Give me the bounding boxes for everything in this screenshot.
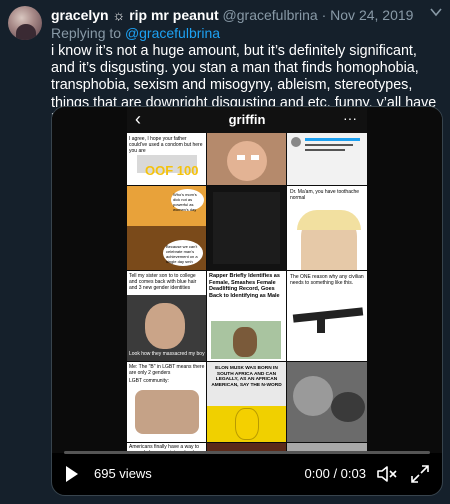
replying-to-link[interactable]: @gracefulbrina [125, 25, 220, 41]
meme-caption: Who's mom's dick not as powerful as wome… [173, 192, 197, 212]
meme-tile: Rapper Briefly Identifies as Female, Sma… [207, 271, 286, 361]
meme-grid: I agree, I hope your father could've use… [127, 133, 367, 453]
video-letterbox-right [367, 107, 442, 453]
meme-caption: LGBT community: [129, 378, 169, 384]
tweet-header: gracelyn ☼ rip mr peanut @gracefulbrina … [51, 7, 420, 24]
meme-caption: Look how they massacred my boy [129, 351, 205, 357]
meme-caption: Dr. Ma'am, you have toothache normal [290, 189, 360, 201]
meme-tile: Dr. Ma'am, you have toothache normal [287, 186, 367, 270]
meme-tile: ELON MUSK WAS BORN IN SOUTH AFRICA AND C… [207, 362, 286, 442]
meme-caption: ELON MUSK WAS BORN IN SOUTH AFRICA AND C… [211, 366, 282, 388]
meme-caption: OOF 100 [145, 163, 199, 178]
avatar[interactable] [8, 6, 42, 40]
time-display: 0:00 / 0:03 [304, 466, 366, 481]
video-player[interactable]: ‹ griffin ··· I agree, I hope your fathe… [51, 106, 443, 496]
meme-tile [207, 186, 286, 270]
meme-caption: Tell my sister son to to college and com… [129, 273, 197, 291]
more-icon: ··· [343, 110, 357, 126]
meme-caption: Me: The "B" in LGBT means there are only… [129, 364, 205, 376]
meme-tile: Who's mom's dick not as powerful as wome… [127, 186, 206, 270]
phone-app-bar: ‹ griffin ··· [127, 107, 367, 133]
meme-tile: Tell my sister son to to college and com… [127, 271, 206, 361]
chevron-down-icon[interactable] [430, 6, 442, 20]
separator-dot: · [321, 7, 327, 23]
tweet-date[interactable]: Nov 24, 2019 [330, 7, 413, 23]
video-frame: ‹ griffin ··· I agree, I hope your fathe… [127, 107, 367, 453]
play-icon[interactable] [66, 466, 78, 482]
meme-tile [287, 133, 367, 185]
replying-to: Replying to @gracefulbrina [51, 25, 220, 41]
meme-tile: The ONE reason why any civilian needs to… [287, 271, 367, 361]
video-letterbox-left [52, 107, 127, 453]
meme-tile [287, 362, 367, 442]
meme-caption: Rapper Briefly Identifies as Female, Sma… [209, 273, 280, 299]
meme-tile [207, 133, 286, 185]
meme-caption: Because we can't celebrate man's achieve… [166, 244, 198, 264]
volume-icon[interactable] [376, 464, 398, 484]
meme-caption: The ONE reason why any civilian needs to… [290, 274, 364, 286]
user-handle[interactable]: @gracefulbrina [223, 7, 318, 23]
meme-tile: Me: The "B" in LGBT means there are only… [127, 362, 206, 442]
video-controls: 695 views 0:00 / 0:03 [52, 451, 442, 495]
display-name[interactable]: gracelyn ☼ rip mr peanut [51, 7, 219, 23]
phone-app-title: griffin [228, 112, 266, 127]
fullscreen-icon[interactable] [410, 464, 430, 484]
progress-bar[interactable] [64, 451, 430, 454]
meme-tile: I agree, I hope your father could've use… [127, 133, 206, 185]
meme-caption: I agree, I hope your father could've use… [129, 136, 203, 154]
replying-to-label: Replying to [51, 25, 122, 41]
view-count: 695 views [94, 466, 152, 481]
